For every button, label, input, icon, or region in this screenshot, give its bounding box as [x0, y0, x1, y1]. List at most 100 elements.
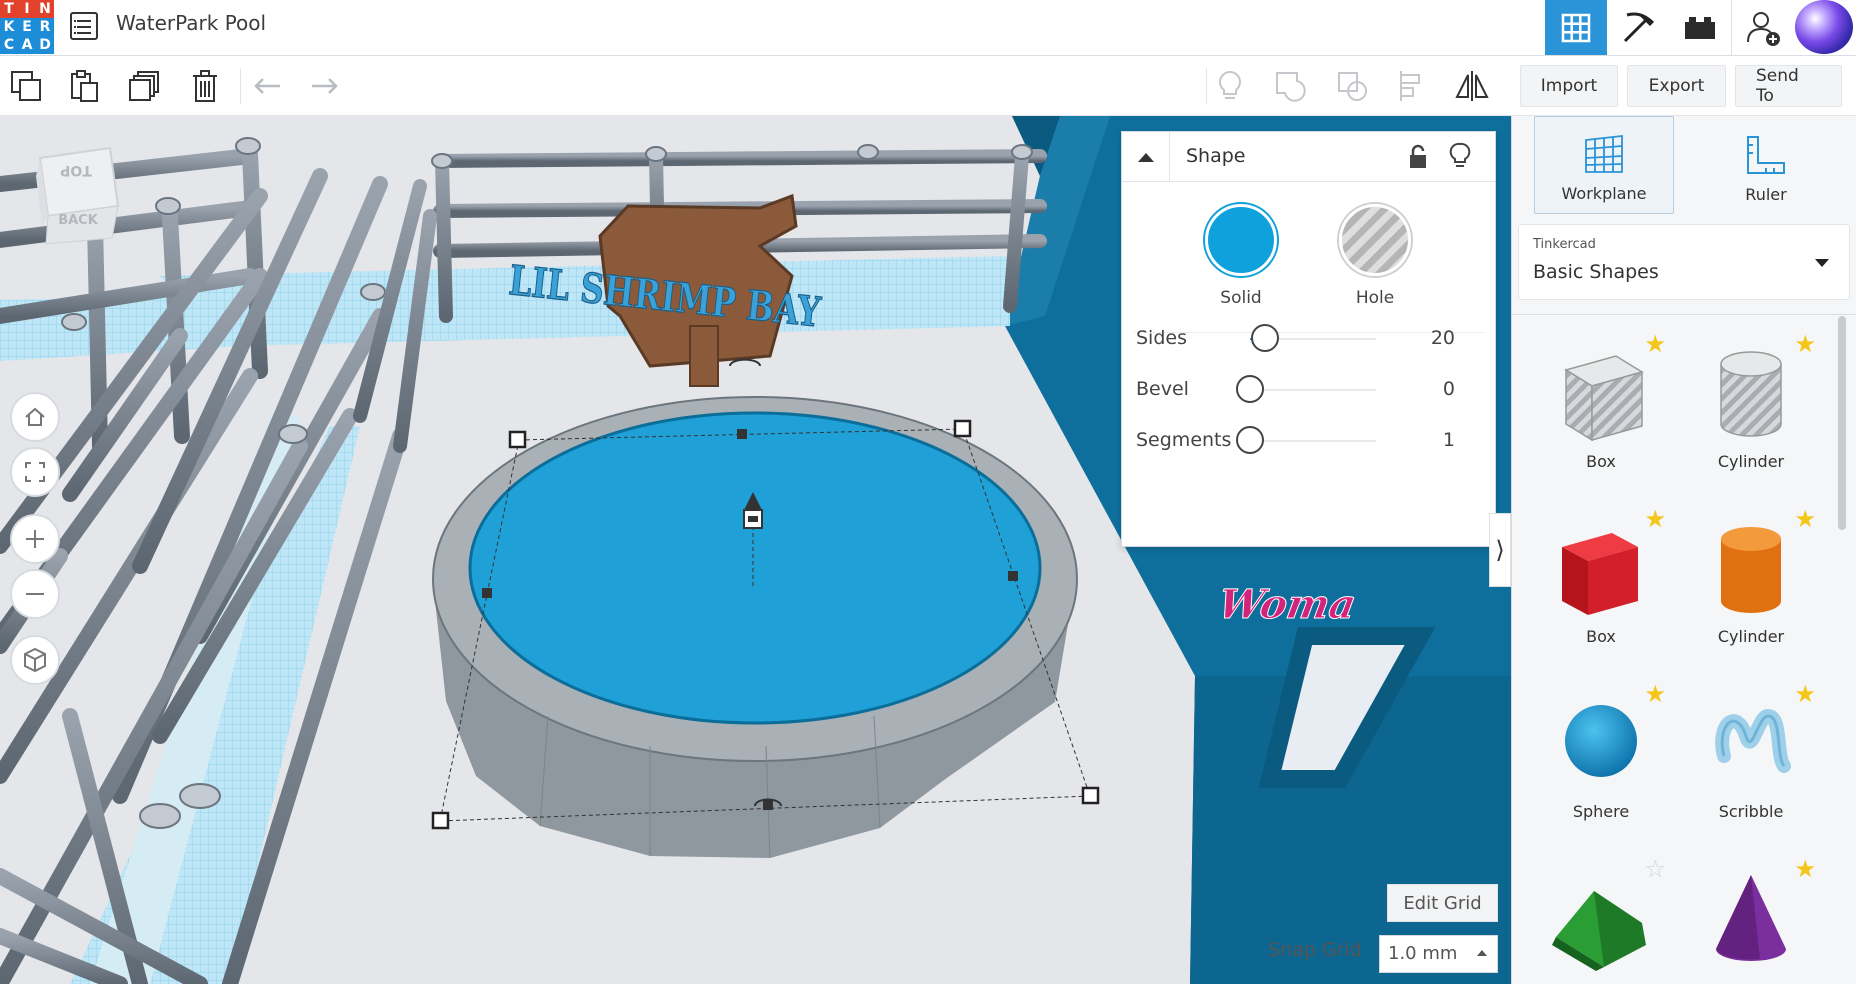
copy-button[interactable] — [4, 64, 48, 108]
param-value[interactable]: 0 — [1443, 378, 1455, 400]
mirror-icon — [1455, 71, 1489, 101]
redo-button[interactable] — [302, 64, 346, 108]
edit-grid-button[interactable]: Edit Grid — [1387, 884, 1498, 922]
star-icon[interactable]: ☆ — [1644, 857, 1666, 881]
workplane-button[interactable]: Workplane — [1534, 116, 1674, 214]
shape-library-select[interactable]: Tinkercad Basic Shapes — [1518, 224, 1850, 300]
star-icon[interactable]: ★ — [1644, 682, 1666, 706]
align-button[interactable] — [1390, 64, 1434, 108]
wall-text: Woma — [1215, 580, 1360, 628]
unlock-icon — [1410, 144, 1426, 168]
star-icon[interactable]: ★ — [1794, 857, 1816, 881]
shape-inspector: Shape Solid Hole Sides 20 Bevel 0 Segments 1 — [1121, 131, 1496, 547]
shape-tile-sphere[interactable]: ★ Sphere — [1526, 666, 1676, 836]
view-cube[interactable]: TOP BACK — [36, 146, 120, 245]
fit-view-button[interactable] — [10, 447, 60, 497]
bricks-icon — [1685, 16, 1715, 39]
ruler-button[interactable]: Ruler — [1696, 116, 1836, 214]
logo-letter: N — [36, 0, 54, 18]
param-value[interactable]: 20 — [1431, 327, 1455, 349]
toolbar-divider — [240, 68, 241, 104]
paste-button[interactable] — [62, 64, 106, 108]
hole-swatch[interactable] — [1339, 204, 1411, 276]
light-button[interactable] — [1449, 142, 1471, 174]
star-icon[interactable]: ★ — [1794, 682, 1816, 706]
sidebar-scrollbar[interactable] — [1838, 316, 1846, 530]
shapes-sidebar: Workplane Ruler Tinkercad Basic Shapes ★… — [1511, 116, 1856, 984]
cone-thumbnail — [1696, 861, 1806, 971]
shape-tile-roof[interactable]: ☆ — [1526, 841, 1676, 984]
shape-name: Scribble — [1718, 802, 1784, 821]
shape-name: Box — [1586, 452, 1616, 471]
import-button[interactable]: Import — [1520, 65, 1618, 107]
shape-tile-cylinder[interactable]: ★ Cylinder — [1676, 491, 1826, 661]
add-user-button[interactable] — [1731, 0, 1793, 55]
logo-letter: A — [18, 36, 36, 54]
logo-letter: I — [18, 0, 36, 18]
duplicate-button[interactable] — [123, 64, 167, 108]
inspector-title: Shape — [1186, 145, 1246, 167]
bricks-view-button[interactable] — [1669, 0, 1731, 55]
star-icon[interactable]: ★ — [1644, 507, 1666, 531]
trash-icon — [193, 70, 217, 102]
shape-tile-cylinder-hole[interactable]: ★ Cylinder — [1676, 316, 1826, 486]
undo-icon — [254, 78, 280, 94]
param-slider-track[interactable] — [1250, 389, 1376, 391]
codeblocks-view-button[interactable] — [1607, 0, 1669, 55]
sphere-thumbnail — [1546, 686, 1656, 796]
star-icon[interactable]: ★ — [1644, 332, 1666, 356]
workplane-icon — [1585, 134, 1623, 173]
fit-icon — [25, 462, 45, 482]
shape-name: Box — [1586, 627, 1616, 646]
shape-tile-box-hole[interactable]: ★ Box — [1526, 316, 1676, 486]
star-icon[interactable]: ★ — [1794, 507, 1816, 531]
lightbulb-icon — [1449, 142, 1471, 167]
shape-tile-scribble[interactable]: ★ Scribble — [1676, 666, 1826, 836]
home-view-button[interactable] — [10, 392, 60, 442]
chevron-right-icon: ⟩ — [1495, 536, 1505, 564]
param-slider-track[interactable] — [1250, 440, 1376, 442]
notes-button[interactable] — [1208, 64, 1252, 108]
param-slider-thumb[interactable] — [1251, 324, 1280, 352]
roof-thumbnail — [1546, 861, 1656, 971]
expand-sidebar-button[interactable]: ⟩ — [1489, 513, 1511, 587]
workplane-label: Workplane — [1561, 184, 1647, 203]
export-button[interactable]: Export — [1627, 65, 1726, 107]
tinkercad-logo[interactable]: TINKERCAD — [0, 0, 54, 54]
star-icon[interactable]: ★ — [1794, 332, 1816, 356]
param-slider-thumb[interactable] — [1236, 375, 1264, 403]
param-value[interactable]: 1 — [1443, 429, 1455, 451]
ruler-label: Ruler — [1745, 185, 1787, 204]
shape-tile-box[interactable]: ★ Box — [1526, 491, 1676, 661]
send-to-button[interactable]: Send To — [1735, 65, 1842, 107]
delete-button[interactable] — [183, 64, 227, 108]
zoom-in-button[interactable] — [10, 514, 60, 564]
add-user-icon — [1746, 11, 1780, 46]
snap-grid-select[interactable]: 1.0 mm — [1379, 935, 1498, 973]
shapes-grid: ★ Box ★ Cylinder ★ Box ★ Cylinder ★ Sphere ★ Scribb… — [1512, 316, 1842, 984]
caret-up-icon — [1137, 153, 1154, 162]
3d-view-button[interactable] — [1545, 0, 1607, 55]
design-title[interactable]: WaterPark Pool — [116, 10, 266, 36]
lock-button[interactable] — [1408, 144, 1428, 174]
perspective-button[interactable] — [10, 635, 60, 685]
ungroup-button[interactable] — [1330, 64, 1374, 108]
param-slider-thumb[interactable] — [1236, 426, 1264, 454]
mirror-button[interactable] — [1450, 64, 1494, 108]
solid-color-swatch[interactable] — [1205, 204, 1277, 276]
group-button[interactable] — [1268, 64, 1312, 108]
param-row-segments: Segments 1 — [1122, 421, 1495, 461]
hole-label: Hole — [1355, 288, 1395, 308]
group-icon — [1276, 72, 1306, 102]
design-list-icon[interactable] — [70, 12, 98, 40]
shape-tile-cone[interactable]: ★ — [1676, 841, 1826, 984]
undo-button[interactable] — [246, 64, 290, 108]
pickaxe-icon — [1623, 12, 1655, 42]
home-icon — [25, 407, 45, 426]
copy-icon — [11, 71, 41, 101]
minus-icon — [26, 593, 44, 595]
collapse-inspector-button[interactable] — [1122, 132, 1170, 182]
zoom-out-button[interactable] — [10, 569, 60, 619]
align-icon — [1400, 71, 1420, 101]
user-avatar[interactable] — [1795, 0, 1853, 54]
